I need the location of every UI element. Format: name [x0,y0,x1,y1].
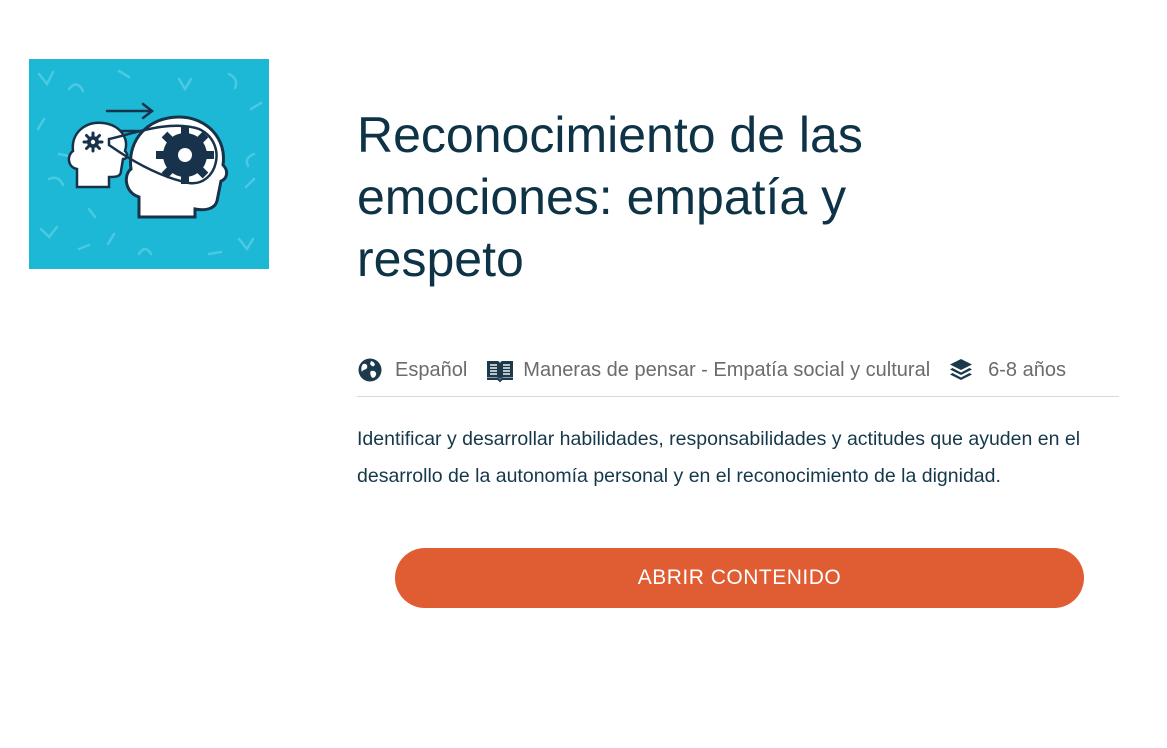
layers-icon [948,357,974,383]
meta-age-label: 6-8 años [988,359,1066,381]
course-description: Identificar y desarrollar habilidades, r… [357,428,1081,487]
meta-language-label: Español [395,359,468,381]
meta-age: 6-8 años [948,356,1066,384]
course-title: Reconocimiento de las emociones: empatía… [357,107,863,287]
heads-gears-icon [36,69,263,256]
meta-language: Español [357,356,467,384]
book-icon [485,357,515,383]
course-card: Reconocimiento de las emociones: empatía… [0,0,1167,748]
meta-topic: Maneras de pensar - Empatía social y cul… [485,356,930,384]
meta-topic-label: Maneras de pensar - Empatía social y cul… [523,359,931,381]
course-details: Reconocimiento de las emociones: empatía… [357,104,1119,495]
course-meta-row: Español Maneras de pensar - Empatía soci… [357,356,1119,397]
course-thumbnail[interactable] [29,59,269,269]
globe-icon [357,357,383,383]
open-content-button[interactable]: ABRIR CONTENIDO [395,548,1084,608]
